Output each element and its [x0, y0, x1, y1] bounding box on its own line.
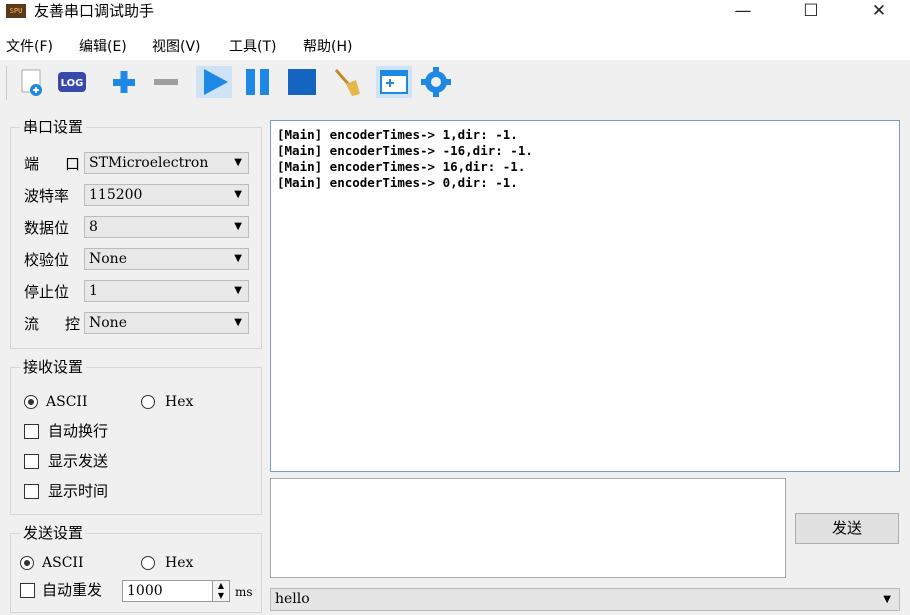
- log-line: [Main] encoderTimes-> -16,dir: -1.: [277, 143, 533, 158]
- toolbar: LOG: [0, 60, 910, 106]
- auto-resend-label: 自动重发: [42, 581, 103, 599]
- chevron-down-icon: ▼: [883, 594, 891, 605]
- send-ascii-label: ASCII: [42, 555, 84, 571]
- pause-icon[interactable]: [242, 66, 274, 98]
- stopbits-value: 1: [89, 283, 98, 299]
- toolbar-grip: [6, 66, 7, 100]
- menu-help[interactable]: 帮助(H): [303, 37, 352, 57]
- close-button[interactable]: ✕: [856, 0, 902, 24]
- send-settings-title: 发送设置: [20, 524, 87, 542]
- send-hex-label: Hex: [165, 555, 194, 571]
- menu-edit[interactable]: 编辑(E): [79, 37, 127, 57]
- port-value: STMicroelectron: [89, 155, 209, 171]
- parity-value: None: [89, 251, 127, 267]
- menu-file[interactable]: 文件(F): [6, 37, 53, 57]
- resend-interval-value: 1000: [127, 583, 163, 599]
- add-icon[interactable]: [108, 66, 140, 98]
- send-ascii-radio[interactable]: [20, 556, 34, 570]
- serial-settings-title: 串口设置: [20, 118, 87, 136]
- send-text-area[interactable]: [270, 478, 786, 578]
- receive-settings-title: 接收设置: [20, 358, 87, 376]
- port-label: 端 口: [24, 155, 80, 173]
- interval-unit-label: ms: [235, 585, 253, 599]
- chevron-down-icon: ▼: [234, 317, 242, 328]
- port-select[interactable]: STMicroelectron ▼: [84, 152, 249, 174]
- stop-icon[interactable]: [286, 66, 318, 98]
- maximize-button[interactable]: ☐: [788, 0, 834, 24]
- menu-view[interactable]: 视图(V): [152, 37, 201, 57]
- auto-resend-checkbox[interactable]: [20, 583, 35, 598]
- resend-interval-input[interactable]: 1000 ▲ ▼: [122, 580, 230, 602]
- send-history-value: hello: [275, 591, 310, 607]
- chevron-down-icon: ▼: [234, 189, 242, 200]
- baud-value: 115200: [89, 187, 143, 203]
- log-line: [Main] encoderTimes-> 16,dir: -1.: [277, 159, 526, 174]
- chevron-down-icon: ▼: [234, 285, 242, 296]
- show-time-checkbox[interactable]: [24, 484, 39, 499]
- remove-icon[interactable]: [150, 66, 182, 98]
- send-button[interactable]: 发送: [795, 513, 899, 544]
- send-history-select[interactable]: hello ▼: [270, 588, 900, 611]
- stopbits-select[interactable]: 1 ▼: [84, 280, 249, 302]
- show-send-checkbox[interactable]: [24, 454, 39, 469]
- show-time-label: 显示时间: [48, 482, 109, 500]
- receive-ascii-label: ASCII: [46, 394, 88, 410]
- chevron-down-icon: ▼: [234, 221, 242, 232]
- log-line: [Main] encoderTimes-> 0,dir: -1.: [277, 175, 518, 190]
- log-line: [Main] encoderTimes-> 1,dir: -1.: [277, 127, 518, 142]
- show-send-label: 显示发送: [48, 452, 109, 470]
- databits-select[interactable]: 8 ▼: [84, 216, 249, 238]
- flow-select[interactable]: None ▼: [84, 312, 249, 334]
- databits-value: 8: [89, 219, 98, 235]
- minimize-button[interactable]: —: [720, 0, 766, 24]
- window-title: 友善串口调试助手: [34, 2, 155, 20]
- auto-wrap-checkbox[interactable]: [24, 424, 39, 439]
- spin-arrows-icon[interactable]: ▲ ▼: [212, 581, 229, 601]
- stopbits-label: 停止位: [24, 283, 70, 301]
- log-icon[interactable]: LOG: [56, 66, 88, 98]
- log-icon-label: LOG: [61, 78, 84, 89]
- parity-select[interactable]: None ▼: [84, 248, 249, 270]
- play-icon[interactable]: [196, 66, 232, 98]
- new-file-icon[interactable]: [16, 66, 48, 98]
- baud-label: 波特率: [24, 187, 70, 205]
- app-icon: SPU: [6, 4, 26, 18]
- add-window-icon[interactable]: [376, 66, 412, 98]
- receive-hex-label: Hex: [165, 394, 194, 410]
- chevron-down-icon: ▼: [234, 253, 242, 264]
- parity-label: 校验位: [24, 251, 70, 269]
- title-bar: SPU 友善串口调试助手 — ☐ ✕: [0, 0, 910, 34]
- receive-hex-radio[interactable]: [141, 395, 155, 409]
- menu-bar: 文件(F) 编辑(E) 视图(V) 工具(T) 帮助(H): [0, 34, 910, 60]
- send-hex-radio[interactable]: [141, 556, 155, 570]
- auto-wrap-label: 自动换行: [48, 422, 109, 440]
- settings-gear-icon[interactable]: [420, 66, 452, 98]
- flow-label: 流 控: [24, 315, 80, 333]
- menu-tools[interactable]: 工具(T): [229, 37, 276, 57]
- receive-text-area[interactable]: [Main] encoderTimes-> 1,dir: -1. [Main] …: [270, 120, 900, 472]
- flow-value: None: [89, 315, 127, 331]
- baud-select[interactable]: 115200 ▼: [84, 184, 249, 206]
- receive-ascii-radio[interactable]: [24, 395, 38, 409]
- databits-label: 数据位: [24, 219, 70, 237]
- clear-broom-icon[interactable]: [330, 66, 362, 98]
- chevron-down-icon: ▼: [234, 157, 242, 168]
